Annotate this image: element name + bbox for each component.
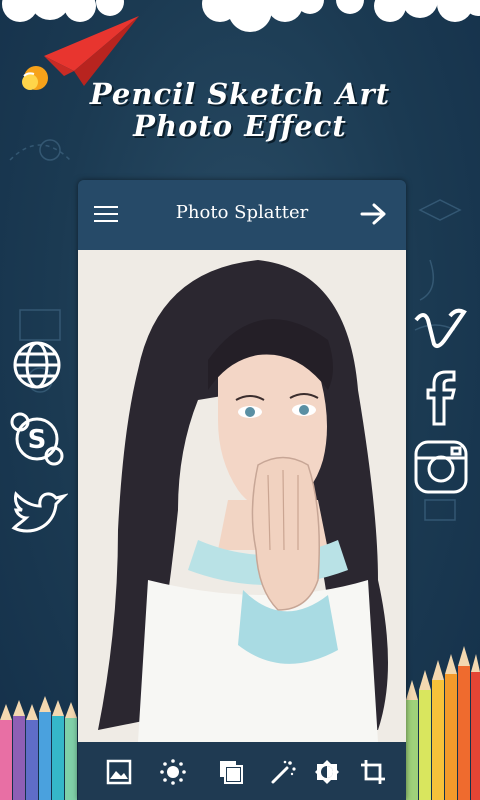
banner-title-line2: Photo Effect — [133, 109, 347, 143]
pencils-left-decoration — [0, 696, 77, 800]
facebook-icon — [426, 370, 456, 426]
sketch-photo — [78, 250, 406, 742]
phone-mockup: Photo Splatter — [78, 180, 406, 800]
app-title: Photo Splatter — [175, 202, 309, 223]
banner-title: Pencil Sketch Art Photo Effect — [0, 78, 480, 142]
pencils-right-decoration — [406, 646, 480, 800]
brightness-icon[interactable] — [160, 759, 186, 785]
arrow-right-icon[interactable] — [360, 202, 388, 226]
globe-icon — [13, 341, 61, 389]
vimeo-icon — [414, 308, 467, 348]
svg-text:S: S — [28, 425, 47, 455]
app-bar: Photo Splatter — [78, 180, 406, 250]
gallery-icon[interactable] — [106, 759, 132, 785]
contrast-icon[interactable] — [314, 759, 340, 785]
crop-icon[interactable] — [360, 759, 386, 785]
layers-icon[interactable] — [218, 759, 244, 785]
banner-title-line1: Pencil Sketch Art — [89, 77, 391, 111]
skype-icon: S — [10, 412, 64, 466]
magic-wand-icon[interactable] — [270, 759, 296, 785]
bottom-toolbar — [78, 742, 406, 800]
twitter-icon — [11, 491, 68, 533]
instagram-icon — [414, 440, 468, 494]
